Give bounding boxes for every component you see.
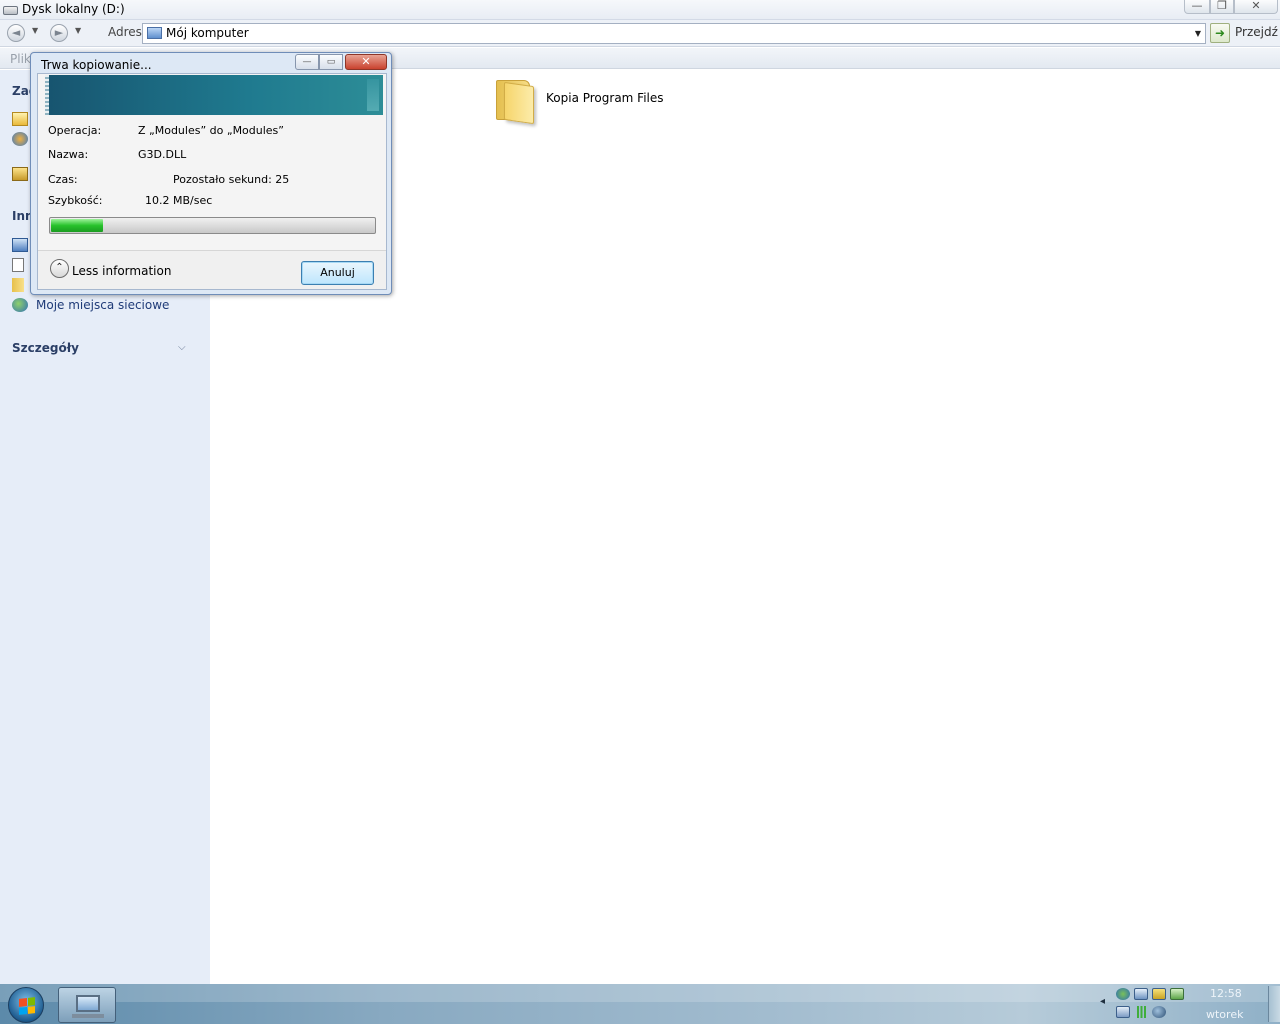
folder-icon[interactable] [12, 278, 24, 292]
dialog-maximize-button[interactable]: ▭ [319, 54, 343, 70]
details-heading[interactable]: Szczegóły [12, 341, 79, 355]
operation-value: Z „Modules” do „Modules” [138, 124, 284, 137]
computer-icon [76, 995, 100, 1012]
taskbar-explorer-button[interactable] [58, 987, 116, 1023]
menu-file[interactable]: Plik [10, 52, 31, 66]
tray-expand-icon[interactable]: ◂ [1100, 996, 1105, 1007]
network-icon[interactable] [12, 298, 28, 312]
dialog-close-button[interactable]: ✕ [345, 54, 387, 70]
dialog-body: Operacja: Z „Modules” do „Modules” Nazwa… [37, 73, 387, 290]
copy-progress-dialog: Trwa kopiowanie... — ▭ ✕ Operacja: Z „Mo… [30, 52, 392, 295]
window-title: Dysk lokalny (D:) [22, 2, 125, 16]
share-folder-icon[interactable] [12, 167, 28, 181]
computer-icon[interactable] [12, 238, 28, 252]
go-button[interactable]: ➜ Przejdź [1210, 23, 1280, 44]
chevron-down-icon[interactable]: ⌵ [178, 342, 186, 353]
close-button[interactable]: ✕ [1234, 0, 1278, 14]
start-button[interactable] [8, 987, 44, 1023]
operation-label: Operacja: [48, 124, 102, 137]
address-toolbar: ◄ ▼ ► ▼ Adres Mój komputer ▼ ➜ Przejdź [0, 20, 1280, 47]
network-tray-icon[interactable] [1116, 988, 1130, 1000]
chevron-down-icon[interactable]: ▼ [32, 26, 38, 35]
dialog-minimize-button[interactable]: — [295, 54, 319, 70]
publish-web-icon[interactable] [12, 132, 28, 146]
dialog-title: Trwa kopiowanie... [41, 58, 152, 72]
network-places-link[interactable]: Moje miejsca sieciowe [36, 298, 169, 312]
windows-logo-icon [19, 997, 35, 1015]
monitor-tray-icon[interactable] [1134, 988, 1148, 1000]
forward-button[interactable]: ► [50, 24, 68, 42]
cancel-button[interactable]: Anuluj [301, 261, 374, 285]
time-label: Czas: [48, 173, 78, 186]
copy-animation [45, 75, 383, 115]
less-information-link[interactable]: Less information [72, 264, 171, 278]
speed-label: Szybkość: [48, 194, 103, 207]
time-remaining: Pozostało sekund: 25 [173, 173, 290, 186]
show-desktop-button[interactable] [1268, 986, 1280, 1022]
address-label: Adres [108, 25, 142, 39]
back-button[interactable]: ◄ [7, 24, 25, 42]
security-tray-icon[interactable] [1152, 988, 1166, 1000]
collapse-details-icon[interactable]: ⌃ [50, 259, 69, 278]
progress-fill [51, 219, 103, 232]
chevron-down-icon[interactable]: ▼ [75, 26, 81, 35]
clock-time[interactable]: 12:58 [1210, 987, 1242, 1000]
copy-progress-bar [49, 217, 376, 234]
documents-icon[interactable] [12, 258, 24, 272]
address-value[interactable]: Mój komputer [166, 26, 249, 40]
display-tray-icon[interactable] [1116, 1006, 1130, 1018]
signal-tray-icon[interactable] [1134, 1006, 1148, 1018]
system-tray: ◂ 12:58 wtorek [1096, 984, 1280, 1024]
folder-icon[interactable] [494, 76, 538, 125]
name-label: Nazwa: [48, 148, 89, 161]
new-folder-icon[interactable] [12, 112, 28, 126]
minimize-button[interactable]: — [1184, 0, 1210, 14]
address-input[interactable]: Mój komputer ▼ [142, 23, 1206, 44]
address-dropdown-icon[interactable]: ▼ [1195, 29, 1201, 38]
go-arrow-icon[interactable]: ➜ [1210, 23, 1230, 43]
clock-day[interactable]: wtorek [1206, 1008, 1243, 1021]
taskbar: ◂ 12:58 wtorek [0, 984, 1280, 1024]
maximize-button[interactable]: ❐ [1210, 0, 1234, 14]
drive-icon [3, 6, 18, 15]
volume-tray-icon[interactable] [1152, 1006, 1166, 1018]
speed-value: 10.2 MB/sec [145, 194, 213, 207]
folder-item-label[interactable]: Kopia Program Files [546, 91, 664, 105]
computer-icon [147, 27, 162, 39]
connection-tray-icon[interactable] [1170, 988, 1184, 1000]
go-label[interactable]: Przejdź [1235, 25, 1278, 39]
name-value: G3D.DLL [138, 148, 187, 161]
window-title-bar: Dysk lokalny (D:) — ❐ ✕ [0, 0, 1280, 20]
